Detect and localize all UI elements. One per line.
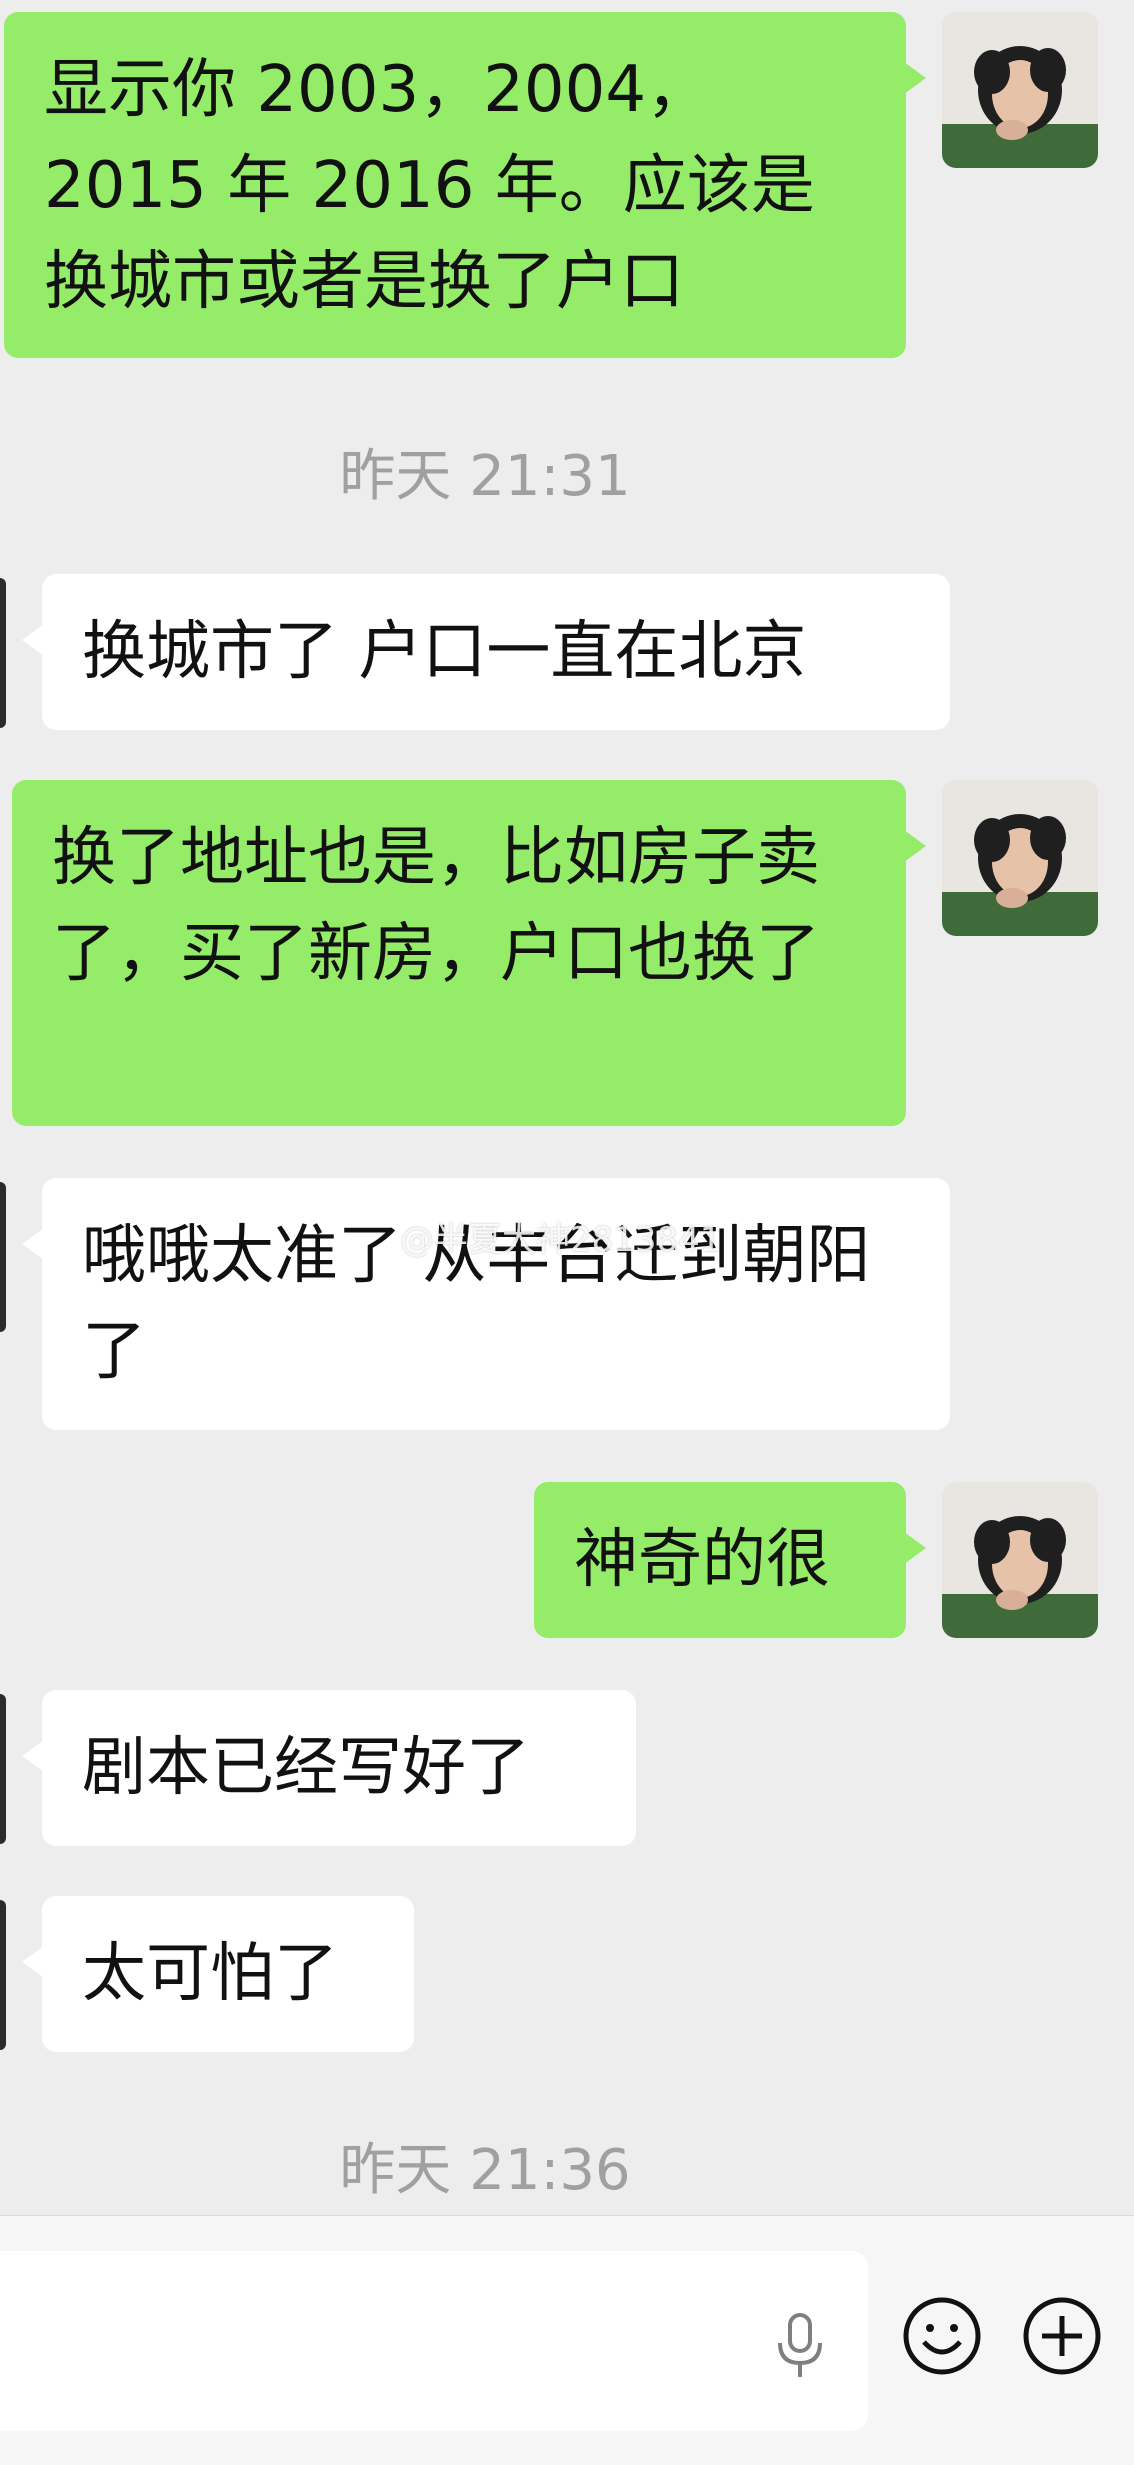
message-text: 显示你 2003，2004，2015 年 2016 年。应该是换城市或者是换了户… <box>44 53 815 319</box>
self-avatar[interactable] <box>942 1482 1098 1638</box>
message-text: 哦哦太准了 从丰台迁到朝阳了 <box>82 1219 871 1389</box>
message-bubble-outgoing[interactable]: 换了地址也是，比如房子卖了，买了新房，户口也换了 <box>12 780 926 1126</box>
message-text: 太可怕了 <box>82 1937 338 2011</box>
message-text: 剧本已经写好了 <box>82 1731 530 1805</box>
message-bubble-incoming[interactable]: 太可怕了 <box>22 1896 414 2052</box>
self-avatar[interactable] <box>942 12 1098 168</box>
message-bubble-outgoing[interactable]: 显示你 2003，2004，2015 年 2016 年。应该是换城市或者是换了户… <box>4 12 926 358</box>
self-avatar[interactable] <box>942 780 1098 936</box>
contact-avatar[interactable] <box>0 1694 6 1844</box>
microphone-icon[interactable] <box>770 2311 830 2381</box>
message-bubble-incoming[interactable]: 换城市了 户口一直在北京 <box>22 574 950 730</box>
avatar-image <box>942 12 1098 168</box>
contact-avatar[interactable] <box>0 578 6 728</box>
message-bubble-incoming[interactable]: 剧本已经写好了 <box>22 1690 636 1846</box>
plus-circle-icon[interactable] <box>1022 2296 1102 2376</box>
smiley-face-icon[interactable] <box>902 2296 982 2376</box>
message-input-container[interactable] <box>0 2251 868 2431</box>
avatar-image <box>942 1482 1098 1638</box>
avatar-image <box>942 780 1098 936</box>
message-text: 换了地址也是，比如房子卖了，买了新房，户口也换了 <box>52 821 820 991</box>
message-input[interactable] <box>30 2291 734 2393</box>
contact-avatar[interactable] <box>0 1900 6 2050</box>
chat-window: 显示你 2003，2004，2015 年 2016 年。应该是换城市或者是换了户… <box>0 0 1134 2465</box>
contact-avatar[interactable] <box>0 1182 6 1332</box>
message-bubble-outgoing[interactable]: 神奇的很 <box>534 1482 926 1638</box>
timestamp: 昨天 21:36 <box>339 2138 631 2203</box>
message-bubble-incoming[interactable]: 哦哦太准了 从丰台迁到朝阳了 <box>22 1178 950 1430</box>
input-bar <box>0 2215 1134 2465</box>
message-text: 换城市了 户口一直在北京 <box>82 615 807 689</box>
message-text: 神奇的很 <box>574 1523 830 1597</box>
timestamp: 昨天 21:31 <box>339 444 631 509</box>
